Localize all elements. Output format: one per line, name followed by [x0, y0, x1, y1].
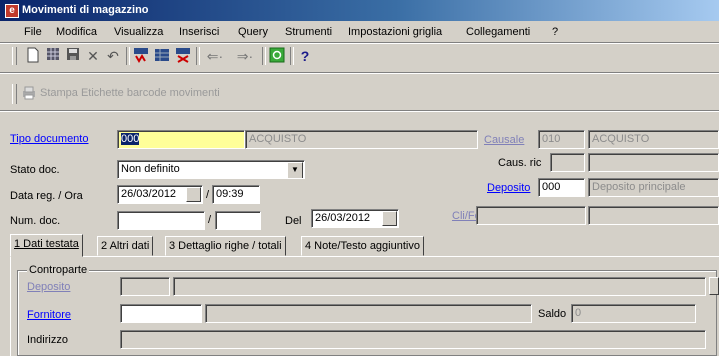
filter-icon[interactable]: [132, 47, 150, 65]
help-icon[interactable]: ?: [296, 47, 314, 65]
caus-ric-desc-field: [588, 153, 719, 172]
toolbar-grip[interactable]: [12, 47, 17, 65]
delete-icon[interactable]: ✕: [84, 47, 102, 65]
caus-ric-label: Caus. ric: [498, 157, 542, 169]
divider: [0, 110, 719, 112]
toolbar-separator: [290, 47, 294, 65]
cli-for-code-field: [476, 206, 586, 225]
tab-note-testo[interactable]: 4 Note/Testo aggiuntivo: [301, 236, 424, 256]
controparte-title: Controparte: [27, 264, 90, 276]
toolbar: ✕ ↶ ⇐· ⇒· ?: [0, 43, 719, 69]
menu-inserisci[interactable]: Inserisci: [179, 26, 219, 38]
stato-doc-select[interactable]: Non definito ▼: [117, 160, 305, 179]
tab-dettaglio-righe[interactable]: 3 Dettaglio righe / totali: [165, 236, 286, 256]
indirizzo-field: [120, 330, 706, 349]
window-title: Movimenti di magazzino: [22, 4, 149, 16]
menu-collegamenti[interactable]: Collegamenti: [466, 26, 530, 38]
toolbar-separator: [196, 47, 200, 65]
deposito-desc-field: Deposito principale: [588, 178, 719, 197]
menu-query[interactable]: Query: [238, 26, 268, 38]
deposito-code-input[interactable]: 000: [538, 178, 585, 197]
toolbar-grip[interactable]: [12, 84, 17, 104]
deposito-controparte-code-field: [120, 277, 170, 296]
grid-view-icon[interactable]: [153, 47, 171, 65]
chevron-down-icon[interactable]: ▼: [287, 162, 303, 178]
tipo-documento-label[interactable]: Tipo documento: [10, 133, 88, 145]
deposito-label[interactable]: Deposito: [487, 182, 530, 194]
menu-modifica[interactable]: Modifica: [56, 26, 97, 38]
data-reg-time-input[interactable]: 09:39: [212, 185, 260, 204]
calendar-icon[interactable]: [382, 211, 397, 226]
grid-icon[interactable]: [44, 47, 62, 65]
date-time-separator: /: [206, 189, 210, 201]
divider: [0, 72, 719, 74]
save-icon[interactable]: [64, 47, 82, 65]
cli-for-desc-field: [588, 206, 719, 225]
causale-code-field: 010: [538, 130, 585, 149]
saldo-field: 0: [571, 304, 696, 323]
secondary-toolbar: Stampa Etichette barcode movimenti: [0, 84, 719, 110]
app-icon: e: [5, 4, 19, 18]
data-reg-label: Data reg. / Ora: [10, 190, 83, 202]
tab-dati-testata[interactable]: 1 Dati testata: [10, 234, 83, 257]
tab-altri-dati[interactable]: 2 Altri dati: [97, 236, 154, 256]
menu-strumenti[interactable]: Strumenti: [285, 26, 332, 38]
fornitore-desc-field: [205, 304, 532, 323]
filter-remove-icon[interactable]: [174, 47, 192, 65]
caus-ric-code-field: [550, 153, 585, 172]
menu-bar: File Modifica Visualizza Inserisci Query…: [0, 22, 719, 42]
title-bar: e Movimenti di magazzino: [0, 0, 719, 21]
print-icon: [22, 86, 36, 100]
forward-icon[interactable]: ⇒·: [232, 47, 258, 65]
deposito-controparte-desc-field: [173, 277, 706, 296]
undo-icon[interactable]: ↶: [104, 47, 122, 65]
deposito-controparte-label[interactable]: Deposito: [27, 281, 70, 293]
toolbar-separator: [126, 47, 130, 65]
causale-label[interactable]: Causale: [484, 134, 524, 146]
menu-impostazioni-griglia[interactable]: Impostazioni griglia: [348, 26, 442, 38]
refresh-icon[interactable]: [268, 47, 286, 65]
fornitore-label[interactable]: Fornitore: [27, 309, 71, 321]
fornitore-code-input[interactable]: [120, 304, 202, 323]
print-barcode-labels-button[interactable]: Stampa Etichette barcode movimenti: [40, 87, 220, 99]
causale-desc-field: ACQUISTO: [588, 130, 719, 149]
indirizzo-label: Indirizzo: [27, 334, 68, 346]
new-icon[interactable]: [24, 47, 42, 65]
menu-help[interactable]: ?: [552, 26, 558, 38]
expand-button[interactable]: [709, 277, 719, 295]
menu-visualizza[interactable]: Visualizza: [114, 26, 163, 38]
num-doc-label: Num. doc.: [10, 215, 61, 227]
calendar-icon[interactable]: [186, 187, 201, 202]
tipo-documento-desc-field: ACQUISTO: [245, 130, 478, 149]
tipo-documento-code-input[interactable]: 000: [117, 130, 245, 149]
toolbar-separator: [262, 47, 266, 65]
del-label: Del: [285, 215, 302, 227]
num-doc-input[interactable]: [117, 211, 205, 230]
stato-doc-label: Stato doc.: [10, 164, 60, 176]
num-doc-suffix-input[interactable]: [215, 211, 261, 230]
back-icon[interactable]: ⇐·: [202, 47, 228, 65]
saldo-label: Saldo: [538, 308, 567, 320]
num-doc-separator: /: [208, 214, 212, 226]
menu-file[interactable]: File: [24, 26, 42, 38]
